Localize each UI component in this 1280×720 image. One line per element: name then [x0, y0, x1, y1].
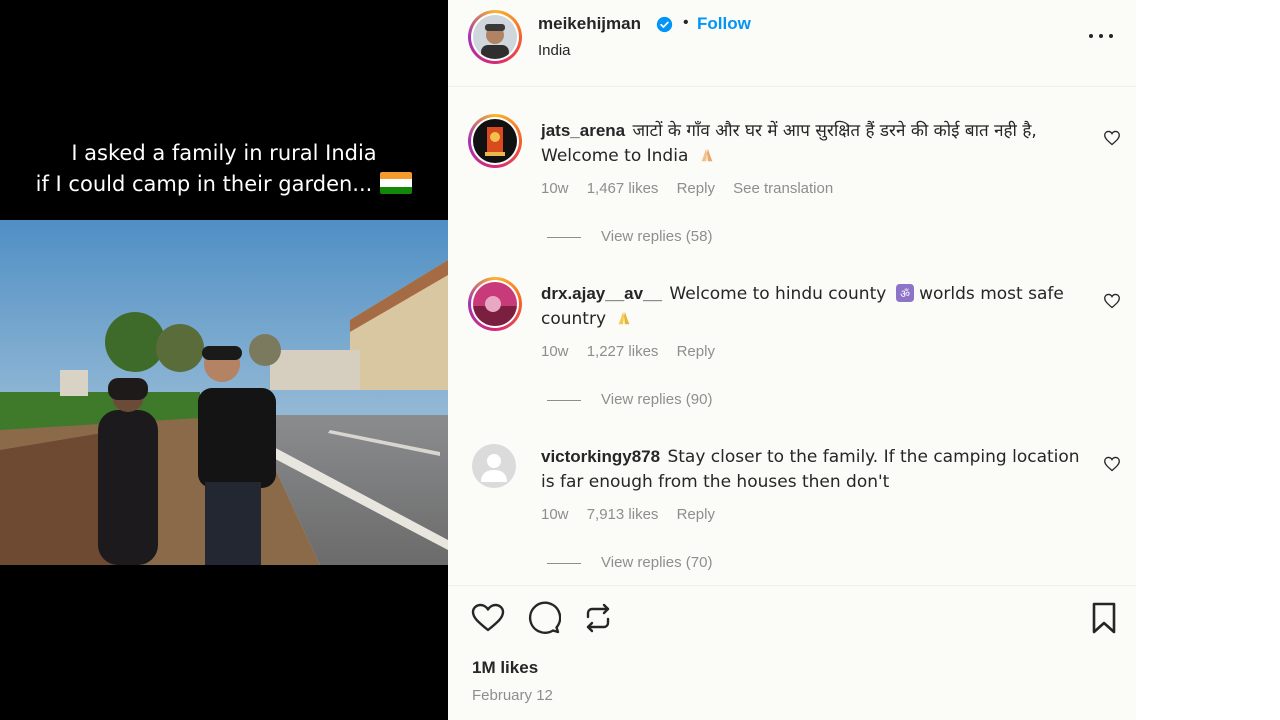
reply-button[interactable]: Reply [677, 506, 715, 523]
comment-age: 10w [541, 180, 569, 197]
india-flag-icon [380, 172, 413, 194]
post-actions: 1M likes February 12 [448, 585, 1136, 720]
comment-like-heart-icon[interactable] [1103, 130, 1121, 146]
comment-likes-count[interactable]: 1,227 likes [587, 343, 659, 360]
author-username[interactable]: meikehijman [538, 14, 641, 34]
post-media[interactable]: I asked a family in rural India if I cou… [0, 0, 448, 720]
comment-icon[interactable] [525, 600, 561, 636]
replies-dash [547, 399, 581, 401]
comment-text-block: jats_arena जाटों के गाँव और घर में आप सु… [541, 118, 1086, 169]
reply-button[interactable]: Reply [677, 343, 715, 360]
comment-text-block: drx.ajay__av__ Welcome to hindu county ॐ… [541, 281, 1086, 332]
post-likes-count[interactable]: 1M likes [472, 658, 538, 678]
author-avatar-image [473, 15, 517, 59]
comment-text-block: victorkingy878 Stay closer to the family… [541, 444, 1086, 495]
comment-meta: 10w 1,467 likes Reply See translation [541, 180, 847, 197]
post-location[interactable]: India [538, 42, 571, 59]
commenter-avatar[interactable] [468, 277, 522, 331]
view-replies-button[interactable]: View replies (90) [547, 391, 712, 408]
comment-likes-count[interactable]: 1,467 likes [587, 180, 659, 197]
comment-username[interactable]: jats_arena [541, 121, 625, 140]
header-divider [448, 86, 1136, 87]
view-replies-button[interactable]: View replies (70) [547, 554, 712, 571]
view-replies-label: View replies (58) [601, 228, 713, 245]
page-margin [1136, 0, 1280, 720]
comment-meta: 10w 1,227 likes Reply [541, 343, 729, 360]
replies-dash [547, 236, 581, 238]
view-replies-button[interactable]: View replies (58) [547, 228, 712, 245]
comment-username[interactable]: victorkingy878 [541, 447, 660, 466]
comment-text: Welcome to hindu county [669, 284, 887, 304]
video-frame[interactable] [0, 220, 448, 565]
view-replies-label: View replies (70) [601, 554, 713, 571]
post-sidebar: meikehijman • Follow India jats_arena जा… [448, 0, 1136, 720]
verified-badge-icon [656, 16, 673, 33]
comment-meta: 10w 7,913 likes Reply [541, 506, 729, 523]
comment-like-heart-icon[interactable] [1103, 293, 1121, 309]
post-header: meikehijman • Follow India [448, 0, 1136, 86]
follow-button[interactable]: Follow [697, 14, 751, 34]
comment-likes-count[interactable]: 7,913 likes [587, 506, 659, 523]
commenter-avatar[interactable] [468, 114, 522, 168]
folded-hands-icon [701, 148, 713, 162]
folded-hands-icon [619, 311, 630, 325]
view-replies-label: View replies (90) [601, 391, 713, 408]
heart-icon[interactable] [470, 600, 506, 636]
repost-icon[interactable] [580, 600, 616, 636]
reply-button[interactable]: Reply [677, 180, 715, 197]
comment-like-heart-icon[interactable] [1103, 456, 1121, 472]
om-symbol-icon: ॐ [895, 284, 914, 302]
video-scene [0, 220, 448, 565]
video-caption: I asked a family in rural India if I cou… [0, 138, 448, 200]
see-translation-button[interactable]: See translation [733, 180, 833, 197]
comment-age: 10w [541, 343, 569, 360]
caption-line-2-wrap: if I could camp in their garden... [0, 169, 448, 200]
replies-dash [547, 562, 581, 564]
default-avatar-icon [472, 444, 516, 488]
commenter-avatar[interactable] [472, 444, 516, 488]
author-avatar[interactable] [468, 10, 522, 64]
more-options-icon[interactable] [1088, 26, 1114, 46]
comment-age: 10w [541, 506, 569, 523]
bookmark-icon[interactable] [1086, 600, 1122, 636]
caption-line-2: if I could camp in their garden... [35, 172, 373, 196]
caption-line-1: I asked a family in rural India [71, 141, 377, 165]
post-date[interactable]: February 12 [472, 687, 553, 704]
commenter-avatar-image [473, 282, 517, 326]
svg-text:ॐ: ॐ [900, 288, 910, 301]
commenter-avatar-image [473, 119, 517, 163]
comment-username[interactable]: drx.ajay__av__ [541, 284, 662, 303]
header-separator: • [683, 14, 689, 31]
